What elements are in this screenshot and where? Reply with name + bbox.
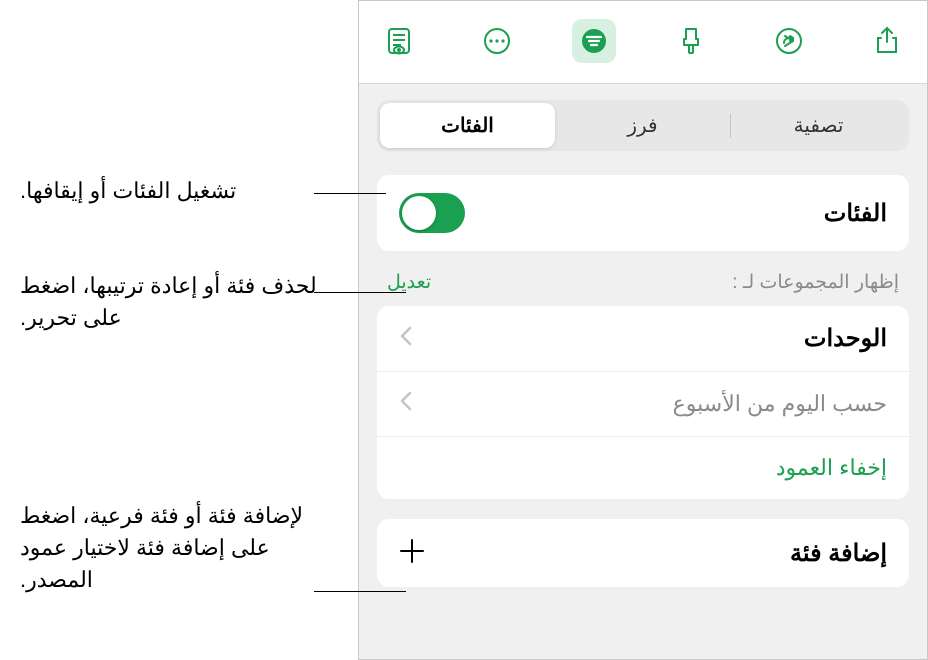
redo-arrow-icon: [773, 25, 805, 57]
chevron-left-icon: [399, 390, 413, 418]
add-category-label: إضافة فئة: [790, 539, 887, 568]
group-row[interactable]: حسب اليوم من الأسبوع: [377, 372, 909, 437]
format-brush-icon: [676, 25, 708, 57]
groups-section-header: إظهار المجموعات لـ : تعديل: [377, 271, 909, 306]
organize-icon: [578, 25, 610, 57]
toggle-knob: [402, 196, 436, 230]
categories-toggle-row: الفئات: [377, 175, 909, 251]
edit-button[interactable]: تعديل: [387, 271, 431, 294]
organize-button[interactable]: [572, 19, 616, 63]
categories-label: الفئات: [824, 199, 887, 228]
segmented-control: الفئات فرز تصفية: [377, 100, 909, 151]
callout-toggle: تشغيل الفئات أو إيقافها.: [20, 175, 320, 207]
callout-edit: لحذف فئة أو إعادة ترتيبها، اضغط على تحري…: [20, 270, 320, 334]
group-label: حسب اليوم من الأسبوع: [673, 391, 887, 417]
share-button[interactable]: [865, 19, 909, 63]
tab-categories[interactable]: الفئات: [380, 103, 555, 148]
tab-sort[interactable]: فرز: [555, 103, 730, 148]
more-button[interactable]: [475, 19, 519, 63]
more-ellipsis-icon: [481, 25, 513, 57]
panel-content: الفئات فرز تصفية الفئات إ: [359, 84, 927, 623]
view-options-icon: [383, 25, 415, 57]
chevron-left-icon: [399, 325, 413, 353]
plus-icon: [399, 537, 425, 569]
categories-toggle-card: الفئات: [377, 175, 909, 251]
callout-line: [314, 193, 386, 194]
categories-toggle[interactable]: [399, 193, 465, 233]
groups-card: الوحدات حسب اليوم من الأسبوع إخفاء العمو…: [377, 306, 909, 499]
add-category-card: إضافة فئة: [377, 519, 909, 587]
tab-label: فرز: [627, 115, 657, 137]
tab-label: الفئات: [441, 115, 494, 137]
callout-line: [314, 591, 406, 592]
hide-column-button[interactable]: إخفاء العمود: [377, 437, 909, 499]
callout-add: لإضافة فئة أو فئة فرعية، اضغط على إضافة …: [20, 500, 320, 596]
tab-label: تصفية: [794, 115, 844, 137]
show-groups-label: إظهار المجموعات لـ :: [732, 271, 899, 294]
toolbar: [359, 1, 927, 84]
group-row[interactable]: الوحدات: [377, 306, 909, 372]
view-options-button[interactable]: [377, 19, 421, 63]
add-category-row[interactable]: إضافة فئة: [377, 519, 909, 587]
inspector-panel: الفئات فرز تصفية الفئات إ: [358, 0, 928, 660]
callout-line: [314, 292, 406, 293]
redo-button[interactable]: [767, 19, 811, 63]
share-icon: [871, 25, 903, 57]
callouts: تشغيل الفئات أو إيقافها. لحذف فئة أو إعا…: [0, 0, 358, 660]
group-label: الوحدات: [804, 324, 887, 353]
tab-filter[interactable]: تصفية: [731, 103, 906, 148]
format-button[interactable]: [670, 19, 714, 63]
